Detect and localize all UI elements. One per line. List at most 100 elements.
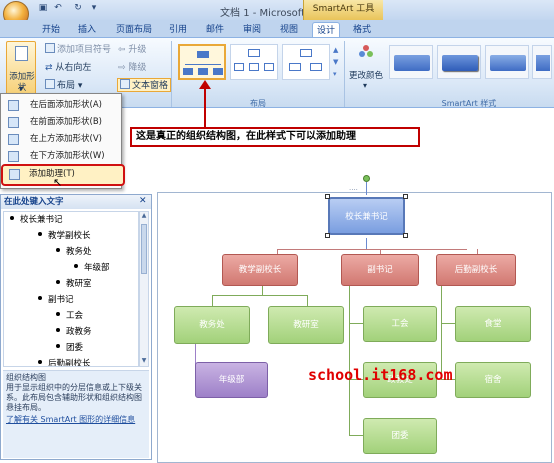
org-node-level2[interactable]: 教务处 (174, 306, 250, 344)
ribbon-separator (344, 41, 345, 107)
menu-item-add-before[interactable]: 在前面添加形状(B) (4, 114, 120, 131)
resize-handle[interactable] (325, 233, 330, 238)
learn-more-link[interactable]: 了解有关 SmartArt 图形的详细信息 (6, 415, 146, 425)
description-title: 组织结构图 (6, 373, 46, 382)
org-layout-icon (45, 79, 55, 89)
layout-label: 布局 (57, 81, 76, 91)
tab-page-layout[interactable]: 页面布局 (112, 22, 156, 38)
callout-arrow (204, 84, 206, 128)
add-bullet-button[interactable]: 添加项目符号 (45, 43, 111, 57)
rotate-handle[interactable] (363, 175, 370, 182)
scroll-down-icon[interactable]: ▼ (140, 357, 148, 364)
org-node-level1[interactable]: 教学副校长 (222, 254, 298, 286)
add-after-icon (8, 100, 19, 111)
list-item[interactable]: 后勤副校长 (38, 356, 91, 366)
layout-thumb-hierarchy[interactable] (230, 44, 278, 80)
resize-handle[interactable] (403, 233, 408, 238)
org-node-assistant[interactable]: 年级部 (195, 362, 268, 398)
scroll-up-icon[interactable]: ▲ (140, 212, 148, 219)
dropdown-arrow-icon: ▾ (363, 81, 368, 90)
layout-gallery-scroll[interactable]: ▲ ▼ ▾ (333, 44, 341, 80)
org-node-level2[interactable]: 食堂 (455, 306, 531, 342)
swap-icon: ⇄ (45, 63, 53, 73)
org-node-level2[interactable]: 宿舍 (455, 362, 531, 398)
text-pane-scrollbar[interactable]: ▲ ▼ (139, 211, 149, 367)
layout-dropdown-button[interactable]: 布局 ▾ (45, 79, 82, 93)
org-node-level1[interactable]: 后勤副校长 (436, 254, 516, 286)
menu-item-add-after[interactable]: 在后面添加形状(A) (4, 97, 120, 114)
list-item[interactable]: 团委 (56, 340, 83, 356)
tab-insert[interactable]: 插入 (74, 22, 100, 38)
add-below-icon (8, 151, 19, 162)
connector (212, 295, 308, 296)
tab-review[interactable]: 审阅 (240, 22, 264, 38)
tab-home[interactable]: 开始 (38, 22, 64, 38)
tab-view[interactable]: 视图 (277, 22, 301, 38)
demote-label: 降级 (128, 63, 147, 73)
connector (349, 323, 363, 324)
canvas-handle[interactable]: ···· (349, 187, 361, 194)
list-item[interactable]: 年级部 (74, 260, 110, 276)
style-thumb-1[interactable] (389, 45, 433, 79)
list-item[interactable]: 校长兼书记 (10, 212, 63, 228)
right-to-left-label: 从右向左 (55, 63, 92, 73)
connector (349, 285, 350, 435)
layout-thumb-labeled-hierarchy[interactable] (282, 44, 330, 80)
description-body: 用于显示组织中的分层信息或上下级关系。此布局包含辅助形状和组织结构图悬挂布局。 (6, 383, 142, 412)
tab-references[interactable]: 引用 (166, 22, 190, 38)
right-to-left-button[interactable]: ⇄ 从右向左 (45, 61, 91, 75)
menu-item-add-above[interactable]: 在上方添加形状(V) (4, 131, 120, 148)
menu-item-add-below[interactable]: 在下方添加形状(W) (4, 148, 120, 165)
connector (277, 249, 467, 250)
tab-design[interactable]: 设计 (312, 22, 340, 38)
connector (441, 323, 455, 324)
list-item[interactable]: 副书记 (38, 292, 74, 308)
scroll-thumb[interactable] (141, 224, 147, 274)
undo-icon[interactable]: ↶ (52, 3, 64, 16)
text-pane-label: 文本窗格 (132, 81, 169, 91)
text-pane-icon (120, 79, 130, 89)
resize-handle[interactable] (325, 194, 330, 199)
text-pane-button[interactable]: 文本窗格 (117, 78, 172, 92)
resize-handle[interactable] (403, 194, 408, 199)
org-node-level1[interactable]: 副书记 (341, 254, 419, 286)
list-item[interactable]: 教学副校长 (38, 228, 91, 244)
style-thumb-2[interactable] (437, 45, 481, 79)
list-item[interactable]: 教务处 (56, 244, 92, 260)
list-item[interactable]: 工会 (56, 308, 83, 324)
smartart-tools-label: SmartArt 工具 (303, 0, 383, 20)
list-item[interactable]: 政教务 (56, 324, 92, 340)
save-icon[interactable]: ▣ (37, 3, 49, 16)
bullet-icon (45, 43, 55, 53)
redo-icon[interactable]: ↻ (72, 3, 84, 16)
menu-item-add-assistant[interactable]: 添加助理(T) (1, 164, 125, 186)
promote-label: 升级 (128, 45, 147, 55)
demote-button[interactable]: ⇨ 降级 (118, 61, 146, 75)
close-icon[interactable]: ✕ (139, 196, 147, 206)
org-node-root[interactable]: 校长兼书记 (328, 197, 405, 235)
annotation-callout: 这是真正的组织结构图，在此样式下可以添加助理 (130, 127, 420, 147)
org-node-level2[interactable]: 工会 (363, 306, 437, 342)
callout-arrow-head (199, 80, 211, 89)
org-node-level2[interactable]: 团委 (363, 418, 437, 454)
style-thumb-4[interactable] (532, 45, 552, 79)
tab-mailings[interactable]: 邮件 (203, 22, 227, 38)
promote-button[interactable]: ⇦ 升级 (118, 43, 146, 57)
add-above-icon (8, 134, 19, 145)
menu-item-label: 在后面添加形状(A) (30, 100, 102, 110)
text-pane-list[interactable]: 校长兼书记 教学副校长 教务处 年级部 教研室 副书记 工会 政教务 团委 后勤… (3, 211, 139, 367)
style-thumb-3[interactable] (485, 45, 529, 79)
tab-format[interactable]: 格式 (348, 22, 376, 38)
menu-item-label: 在前面添加形状(B) (30, 117, 102, 127)
qat-more-icon[interactable]: ▾ (88, 3, 100, 16)
add-shape-button[interactable]: 添加形状 ▾ (6, 41, 36, 97)
layout-thumb-org-chart[interactable] (178, 44, 226, 80)
change-colors-button[interactable]: 更改颜色 ▾ (348, 41, 384, 97)
add-before-icon (8, 117, 19, 128)
change-colors-label: 更改颜色 (348, 71, 383, 81)
dropdown-arrow-icon: ▾ (19, 84, 24, 93)
ribbon-tabs: 开始 插入 页面布局 引用 邮件 审阅 视图 设计 格式 (0, 20, 554, 38)
text-pane-title: 在此处键入文字 (1, 195, 151, 209)
list-item[interactable]: 教研室 (56, 276, 92, 292)
org-node-level2[interactable]: 教研室 (268, 306, 344, 344)
